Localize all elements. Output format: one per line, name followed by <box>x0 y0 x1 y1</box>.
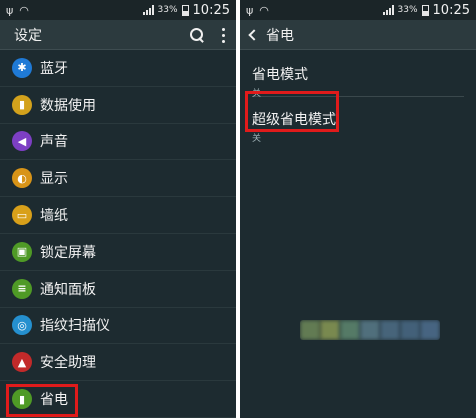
setting-label: 省电模式 <box>252 67 308 83</box>
settings-list: ✱ 蓝牙 ▮ 数据使用 ◀ 声音 ◐ 显示 ▭ 墙纸 ▣ 锁定屏幕 ≡ 通知面板 ◎ 指纹扫描仪 ▲ 安全助理 ▮ 省… <box>0 50 236 418</box>
wifi-icon: ◠ <box>19 3 29 17</box>
clock: 10:25 <box>432 2 470 18</box>
signal-icon <box>382 5 394 15</box>
signal-icon <box>142 5 154 15</box>
settings-item-label: 墙纸 <box>40 208 68 225</box>
settings-screen: ψ ◠ 33% 10:25 设定 ✱ 蓝牙 ▮ 数据使用 ◀ 声音 ◐ 显示 ▭ 墙纸 ▣ 锁定屏幕 ≡… <box>0 0 236 418</box>
bluetooth-icon: ✱ <box>12 57 32 78</box>
settings-item-wallpaper[interactable]: ▭ 墙纸 <box>0 197 236 234</box>
power-saving-screen: ψ ◠ 33% 10:25 省电 省电模式 关 超级省电模式 关 <box>240 0 476 418</box>
safety-assistance-icon: ▲ <box>12 352 32 373</box>
clock: 10:25 <box>192 2 230 18</box>
setting-value: 关 <box>252 134 262 144</box>
page-title: 省电 <box>266 27 294 44</box>
data-usage-icon: ▮ <box>12 94 32 115</box>
blurred-bar <box>300 320 440 340</box>
settings-item-data-usage[interactable]: ▮ 数据使用 <box>0 87 236 124</box>
settings-item-lock-screen[interactable]: ▣ 锁定屏幕 <box>0 234 236 271</box>
battery-percent: 33% <box>397 5 418 15</box>
settings-action-bar: 设定 <box>0 20 236 50</box>
settings-item-notification-panel[interactable]: ≡ 通知面板 <box>0 271 236 308</box>
battery-icon <box>421 4 429 16</box>
battery-percent: 33% <box>157 5 178 15</box>
settings-item-label: 声音 <box>40 134 68 151</box>
notification-panel-icon: ≡ <box>12 278 32 299</box>
power-saving-highlight <box>6 384 78 417</box>
battery-icon <box>181 4 189 16</box>
back-arrow-icon[interactable] <box>248 28 260 41</box>
wifi-icon: ◠ <box>259 3 269 17</box>
settings-item-label: 安全助理 <box>40 355 96 372</box>
sound-icon: ◀ <box>12 131 32 152</box>
fingerprint-icon: ◎ <box>12 315 32 336</box>
usb-icon: ψ <box>246 3 254 17</box>
settings-item-bluetooth[interactable]: ✱ 蓝牙 <box>0 50 236 87</box>
power-saving-mode-item[interactable]: 省电模式 关 <box>240 54 476 99</box>
settings-item-label: 锁定屏幕 <box>40 244 96 261</box>
ultra-power-saving-highlight <box>245 91 339 132</box>
settings-item-label: 显示 <box>40 171 68 188</box>
settings-item-label: 指纹扫描仪 <box>40 318 110 335</box>
settings-item-label: 蓝牙 <box>40 60 68 77</box>
settings-item-safety-assistance[interactable]: ▲ 安全助理 <box>0 344 236 382</box>
lock-screen-icon: ▣ <box>12 241 32 262</box>
status-bar: ψ ◠ 33% 10:25 <box>240 0 476 20</box>
page-title: 设定 <box>14 27 42 44</box>
display-icon: ◐ <box>12 168 32 189</box>
search-icon[interactable] <box>190 28 204 42</box>
settings-item-sound[interactable]: ◀ 声音 <box>0 124 236 161</box>
power-saving-action-bar[interactable]: 省电 <box>240 20 476 50</box>
usb-icon: ψ <box>6 3 14 17</box>
settings-item-fingerprint[interactable]: ◎ 指纹扫描仪 <box>0 308 236 345</box>
status-bar: ψ ◠ 33% 10:25 <box>0 0 236 20</box>
settings-item-display[interactable]: ◐ 显示 <box>0 160 236 198</box>
settings-item-label: 数据使用 <box>40 97 96 114</box>
wallpaper-icon: ▭ <box>12 205 32 226</box>
settings-item-label: 通知面板 <box>40 281 96 298</box>
more-options-icon[interactable] <box>222 27 226 43</box>
